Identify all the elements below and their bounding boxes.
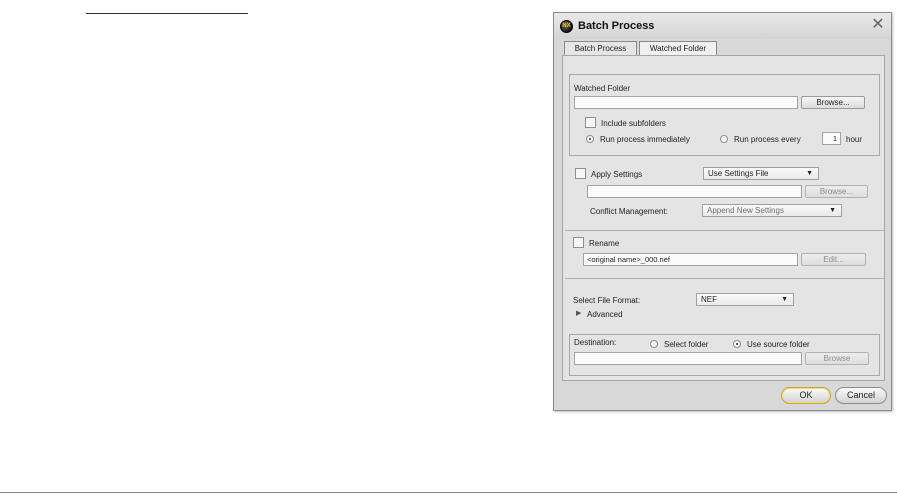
rename-checkbox[interactable] <box>573 237 584 248</box>
include-subfolders-label: Include subfolders <box>601 119 666 128</box>
run-immediately-label: Run process immediately <box>600 135 690 144</box>
apply-settings-label: Apply Settings <box>591 170 643 179</box>
conflict-management-select[interactable]: Append New Settings ▼ <box>702 204 842 217</box>
rename-edit-button[interactable]: Edit... <box>801 253 866 266</box>
destination-section: Destination: Select folder Use source fo… <box>569 334 880 376</box>
settings-file-input[interactable] <box>587 185 802 198</box>
close-icon[interactable]: ✕ <box>870 17 886 33</box>
select-folder-radio[interactable] <box>650 340 658 348</box>
cancel-button[interactable]: Cancel <box>835 387 887 404</box>
app-icon: NX <box>560 20 573 33</box>
conflict-management-value: Append New Settings <box>707 206 784 215</box>
watched-folder-path-input[interactable] <box>574 96 798 109</box>
page-underline <box>86 13 248 14</box>
use-source-folder-label: Use source folder <box>747 340 810 349</box>
advanced-toggle[interactable]: Advanced <box>587 310 623 319</box>
rename-pattern-input[interactable]: <original name>_000.nef <box>583 253 798 266</box>
file-format-label: Select File Format: <box>573 296 641 305</box>
use-source-folder-radio[interactable] <box>733 340 741 348</box>
dropdown-arrow-icon: ▼ <box>829 207 836 214</box>
destination-path-input[interactable] <box>574 352 802 365</box>
include-subfolders-checkbox[interactable] <box>585 117 596 128</box>
disclosure-triangle-icon[interactable]: ▶ <box>576 309 581 317</box>
destination-label: Destination: <box>574 338 617 347</box>
page-bottom-rule <box>0 492 897 493</box>
destination-browse-button[interactable]: Browse <box>805 352 869 365</box>
run-every-hours-input[interactable]: 1 <box>822 132 841 145</box>
tab-content: Watched Folder Browse... Include subfold… <box>562 55 885 381</box>
dropdown-arrow-icon: ▼ <box>781 296 788 303</box>
conflict-management-label: Conflict Management: <box>590 207 668 216</box>
rename-label: Rename <box>589 239 620 248</box>
select-folder-label: Select folder <box>664 340 709 349</box>
settings-browse-button[interactable]: Browse... <box>805 185 868 198</box>
separator <box>565 230 884 231</box>
hour-label: hour <box>846 135 863 144</box>
file-format-value: NEF <box>701 295 717 304</box>
tab-batch-process[interactable]: Batch Process <box>564 41 637 56</box>
tab-watched-folder[interactable]: Watched Folder <box>639 41 717 56</box>
apply-settings-mode-select[interactable]: Use Settings File ▼ <box>703 167 819 180</box>
ok-button[interactable]: OK <box>781 387 831 404</box>
run-every-label: Run process every <box>734 135 801 144</box>
batch-process-dialog: NX Batch Process ✕ Batch Process Watched… <box>553 12 892 411</box>
title-bar: NX Batch Process ✕ <box>554 13 891 39</box>
watched-folder-section: Watched Folder Browse... Include subfold… <box>569 74 880 156</box>
apply-settings-mode-value: Use Settings File <box>708 169 769 178</box>
watched-folder-browse-button[interactable]: Browse... <box>801 96 865 109</box>
file-format-select[interactable]: NEF ▼ <box>696 293 794 306</box>
dialog-title: Batch Process <box>578 20 655 32</box>
run-every-radio[interactable] <box>720 135 728 143</box>
run-immediately-radio[interactable] <box>586 135 594 143</box>
dropdown-arrow-icon: ▼ <box>806 170 813 177</box>
apply-settings-checkbox[interactable] <box>575 168 586 179</box>
separator <box>565 278 884 279</box>
watched-folder-label: Watched Folder <box>574 84 631 93</box>
